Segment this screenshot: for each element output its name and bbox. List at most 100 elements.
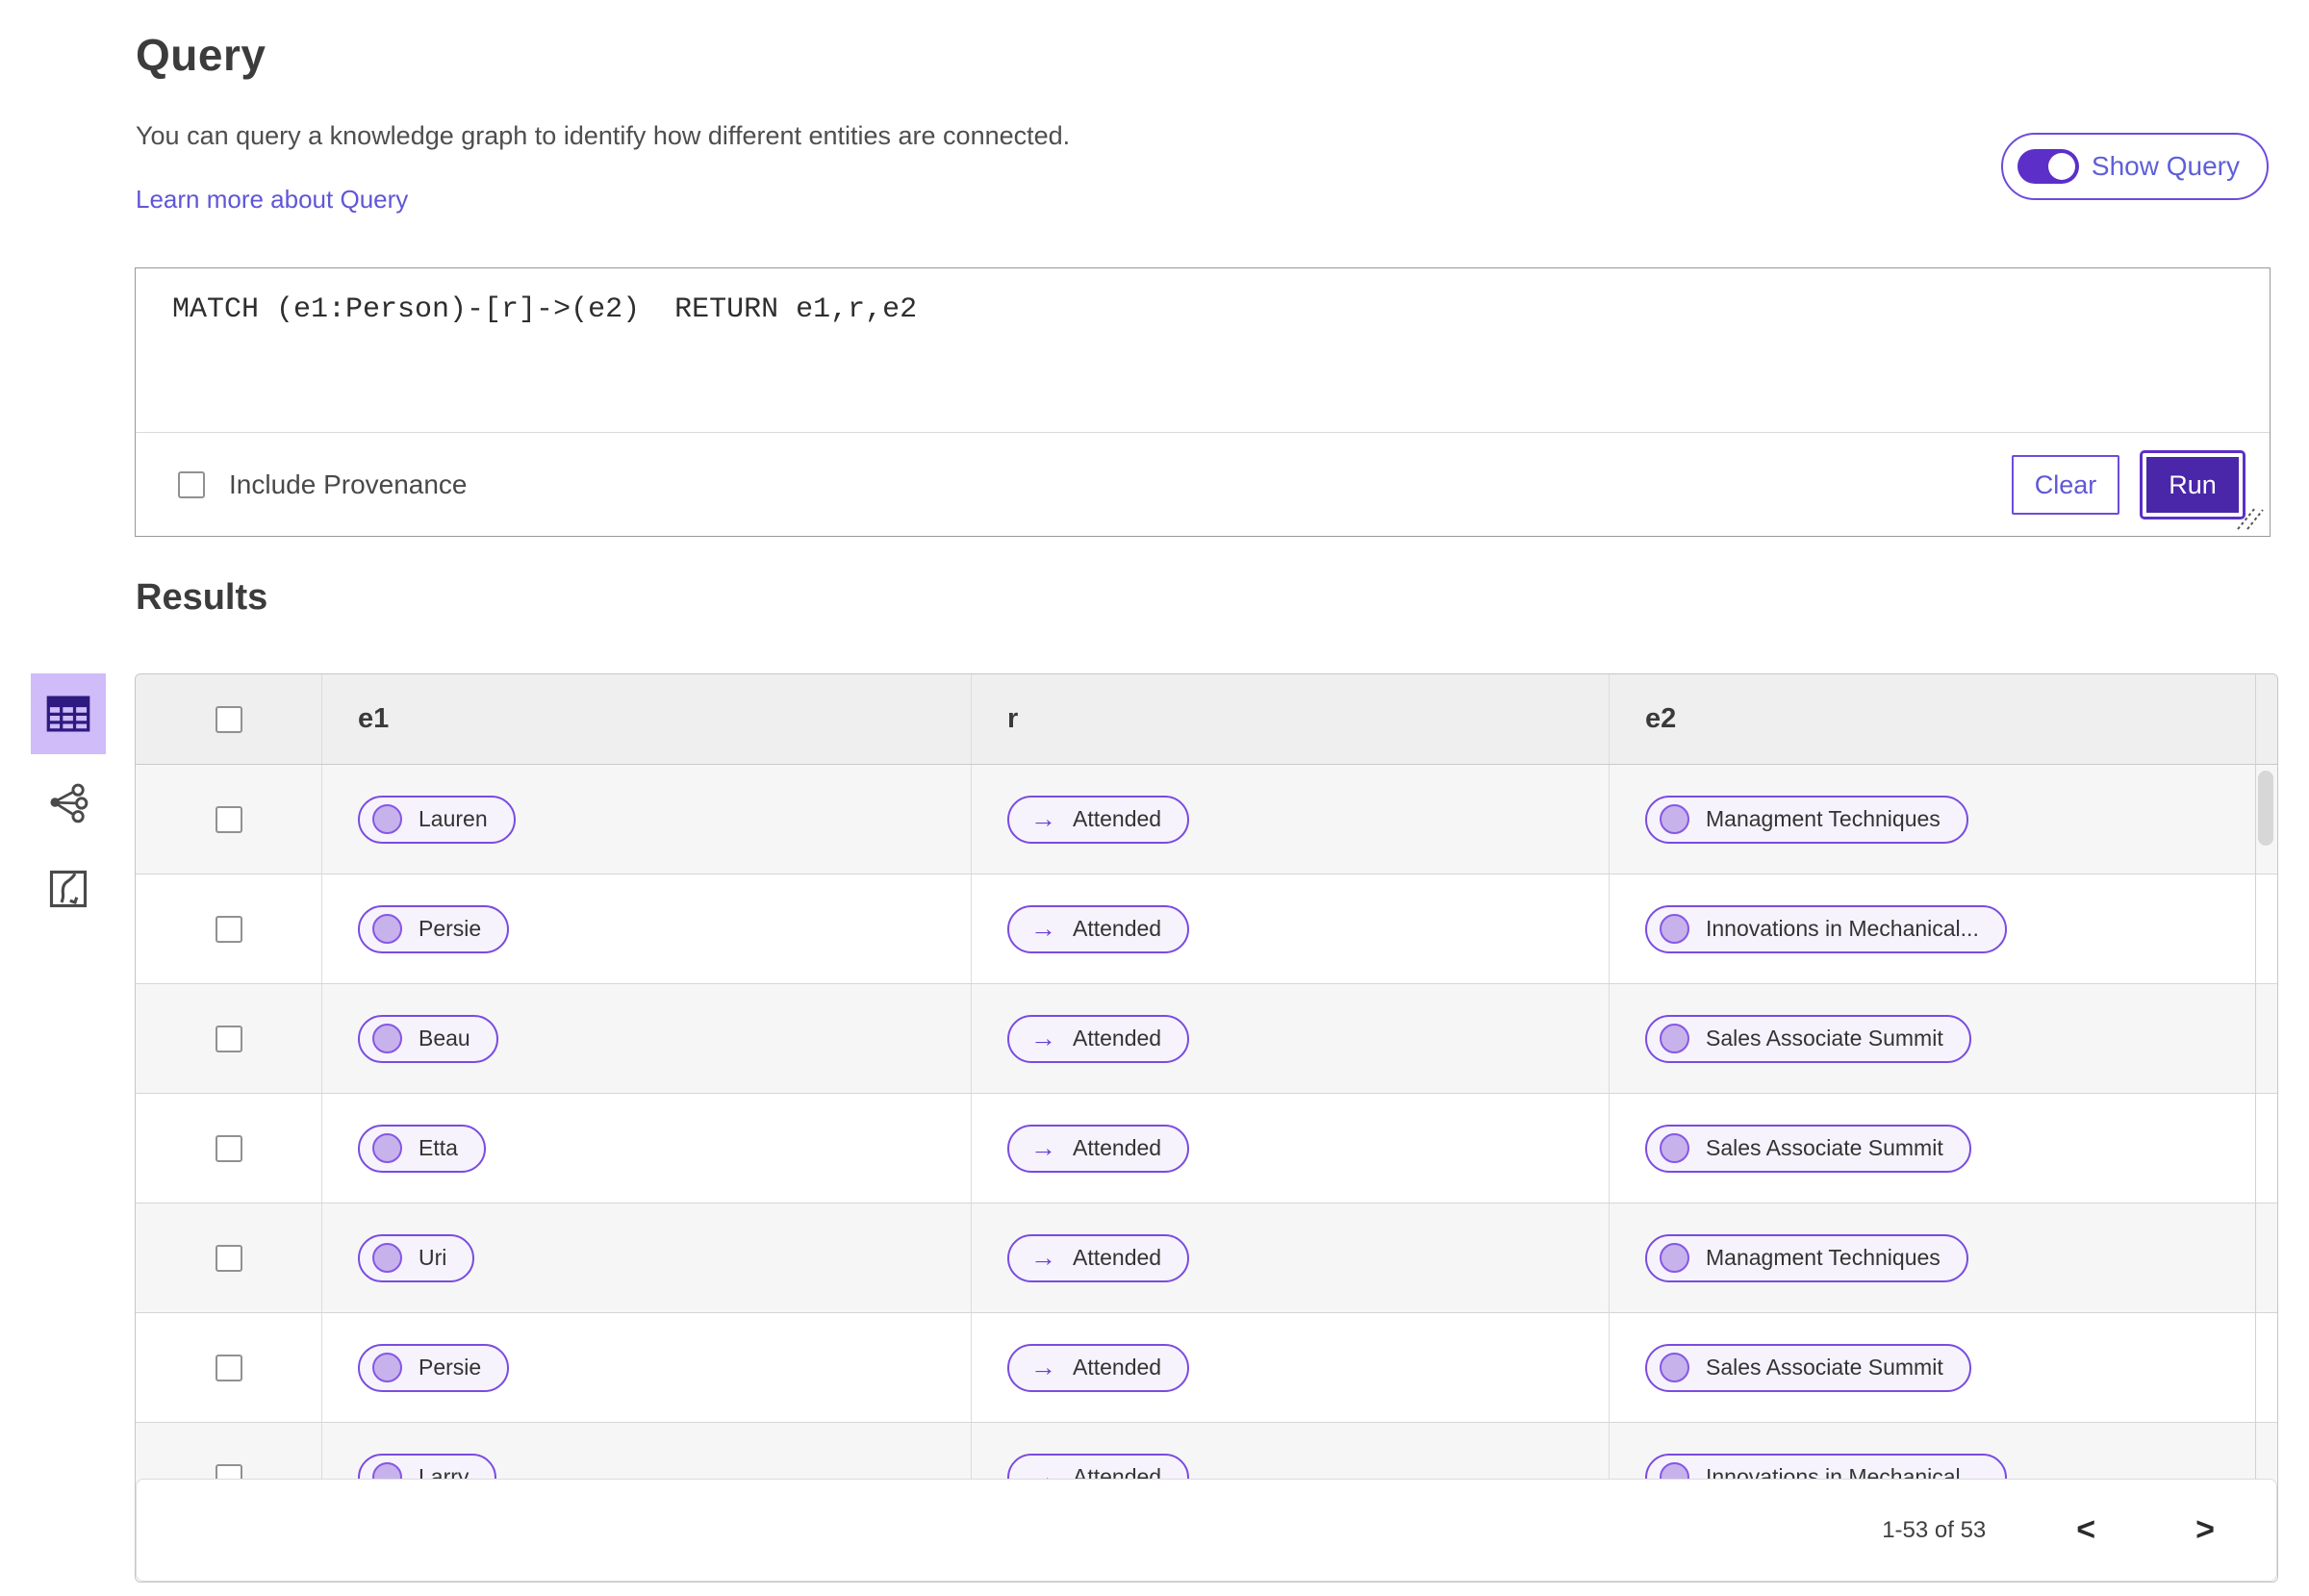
arrow-right-icon: → (1030, 804, 1056, 833)
entity-pill[interactable]: Persie (358, 904, 510, 953)
entity-label: Innovations in Mechanical... (1706, 916, 1979, 941)
include-provenance-checkbox[interactable] (178, 471, 205, 498)
table-row: Persie → Attended Sales Associate Summit (136, 1313, 2277, 1423)
entity-label: Persie (419, 1355, 482, 1380)
arrow-right-icon: → (1030, 1024, 1056, 1052)
clear-button[interactable]: Clear (2012, 455, 2119, 515)
entity-circle-icon (1660, 1024, 1689, 1053)
row-checkbox[interactable] (215, 915, 242, 943)
row-checkbox[interactable] (215, 805, 242, 833)
arrow-right-icon: → (1030, 1133, 1056, 1162)
results-table: e1 r e2 Lauren → Attended Managment Tech… (135, 673, 2278, 1583)
arrow-right-icon: → (1030, 914, 1056, 943)
entity-label: Persie (419, 916, 482, 941)
relation-label: Attended (1073, 1026, 1162, 1051)
entity-circle-icon (372, 914, 402, 944)
arrow-right-icon: → (1030, 1353, 1056, 1381)
pagination-next-icon[interactable]: > (2190, 1510, 2220, 1550)
table-view-icon (46, 696, 90, 732)
entity-pill[interactable]: Uri (358, 1233, 475, 1282)
entity-label: Managment Techniques (1706, 1245, 1941, 1270)
entity-pill[interactable]: Sales Associate Summit (1645, 1014, 1971, 1063)
resize-grip-icon[interactable] (2232, 506, 2265, 531)
show-query-toggle[interactable]: Show Query (2000, 133, 2269, 200)
entity-label: Uri (419, 1245, 447, 1270)
table-row: Etta → Attended Sales Associate Summit (136, 1094, 2277, 1203)
table-view-button[interactable] (31, 673, 106, 754)
relation-pill[interactable]: → Attended (1007, 795, 1190, 844)
row-checkbox[interactable] (215, 1354, 242, 1381)
entity-circle-icon (372, 804, 402, 834)
entity-label: Lauren (419, 806, 488, 831)
table-row: Lauren → Attended Managment Techniques (136, 765, 2277, 874)
entity-pill[interactable]: Sales Associate Summit (1645, 1124, 1971, 1173)
column-header-r[interactable]: r (972, 674, 1610, 764)
relation-pill[interactable]: → Attended (1007, 1124, 1190, 1173)
query-editor-footer: Include Provenance Clear Run (136, 433, 2270, 537)
entity-pill[interactable]: Beau (358, 1014, 498, 1063)
entity-circle-icon (1660, 914, 1689, 944)
entity-circle-icon (372, 1133, 402, 1163)
chart-view-button[interactable] (31, 850, 106, 927)
page-title: Query (136, 30, 266, 80)
row-checkbox[interactable] (215, 1025, 242, 1052)
row-checkbox[interactable] (215, 1134, 242, 1162)
table-header-row: e1 r e2 (136, 674, 2277, 765)
table-row: Beau → Attended Sales Associate Summit (136, 984, 2277, 1094)
pagination-prev-icon[interactable]: < (2070, 1510, 2101, 1550)
entity-label: Managment Techniques (1706, 806, 1941, 831)
relation-label: Attended (1073, 916, 1162, 941)
entity-label: Etta (419, 1135, 458, 1160)
entity-pill[interactable]: Managment Techniques (1645, 1233, 1968, 1282)
table-row: Uri → Attended Managment Techniques (136, 1203, 2277, 1313)
entity-circle-icon (1660, 1133, 1689, 1163)
results-view-switcher (31, 673, 106, 927)
entity-label: Sales Associate Summit (1706, 1135, 1943, 1160)
entity-circle-icon (1660, 1353, 1689, 1382)
relation-label: Attended (1073, 1355, 1162, 1380)
entity-circle-icon (372, 1353, 402, 1382)
entity-pill[interactable]: Managment Techniques (1645, 795, 1968, 844)
table-body: Lauren → Attended Managment Techniques P… (136, 765, 2277, 1533)
entity-pill[interactable]: Sales Associate Summit (1645, 1343, 1971, 1392)
relation-pill[interactable]: → Attended (1007, 1233, 1190, 1282)
relation-pill[interactable]: → Attended (1007, 904, 1190, 953)
relation-pill[interactable]: → Attended (1007, 1014, 1190, 1063)
column-header-e1[interactable]: e1 (322, 674, 972, 764)
pagination-range: 1-53 of 53 (1882, 1516, 1987, 1543)
relation-label: Attended (1073, 1245, 1162, 1270)
entity-label: Sales Associate Summit (1706, 1355, 1943, 1380)
column-header-e2[interactable]: e2 (1610, 674, 2277, 764)
table-scrollbar[interactable] (2255, 674, 2277, 1582)
relation-label: Attended (1073, 806, 1162, 831)
entity-pill[interactable]: Innovations in Mechanical... (1645, 904, 2007, 953)
network-view-button[interactable] (31, 764, 106, 841)
entity-label: Beau (419, 1026, 470, 1051)
entity-pill[interactable]: Etta (358, 1124, 486, 1173)
run-button[interactable]: Run (2140, 450, 2246, 519)
include-provenance-label: Include Provenance (229, 469, 468, 499)
arrow-right-icon: → (1030, 1243, 1056, 1272)
query-code-input[interactable]: MATCH (e1:Person)-[r]->(e2) RETURN e1,r,… (136, 268, 2270, 433)
scrollbar-thumb[interactable] (2258, 771, 2273, 846)
row-checkbox[interactable] (215, 1244, 242, 1272)
learn-more-link[interactable]: Learn more about Query (136, 185, 408, 215)
entity-circle-icon (1660, 1243, 1689, 1273)
entity-circle-icon (372, 1243, 402, 1273)
query-description: You can query a knowledge graph to ident… (136, 121, 1071, 150)
entity-circle-icon (1660, 804, 1689, 834)
network-view-icon (50, 783, 89, 823)
select-all-checkbox[interactable] (215, 705, 242, 733)
relation-label: Attended (1073, 1135, 1162, 1160)
table-row: Persie → Attended Innovations in Mechani… (136, 874, 2277, 984)
relation-pill[interactable]: → Attended (1007, 1343, 1190, 1392)
results-title: Results (136, 577, 268, 618)
pagination-bar: 1-53 of 53 < > (136, 1479, 2277, 1582)
toggle-switch-icon[interactable] (2017, 149, 2079, 184)
entity-label: Sales Associate Summit (1706, 1026, 1943, 1051)
entity-pill[interactable]: Lauren (358, 795, 516, 844)
entity-pill[interactable]: Persie (358, 1343, 510, 1392)
show-query-label: Show Query (2091, 151, 2240, 181)
entity-circle-icon (372, 1024, 402, 1053)
query-editor-panel: MATCH (e1:Person)-[r]->(e2) RETURN e1,r,… (135, 267, 2271, 537)
